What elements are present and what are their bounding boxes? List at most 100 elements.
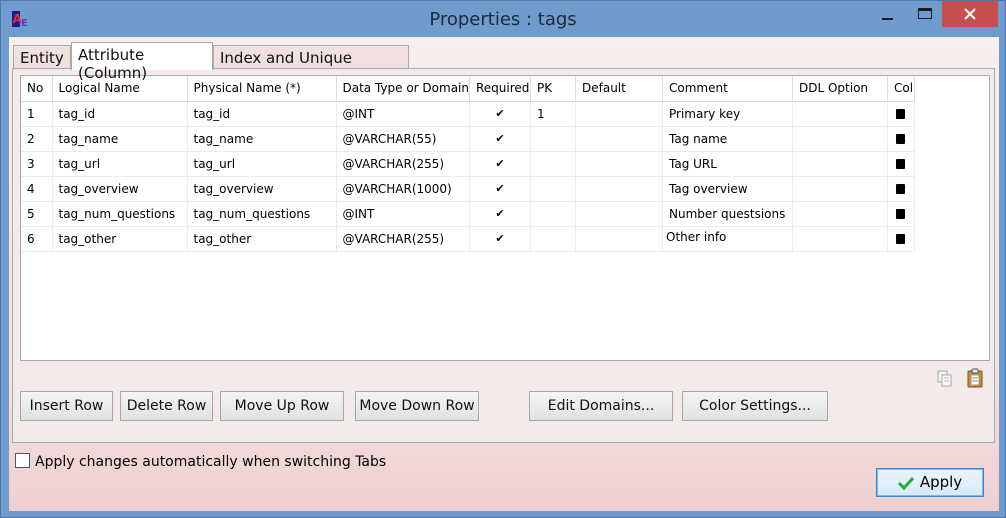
move-up-row-button[interactable]: Move Up Row (220, 391, 344, 421)
color-settings-button[interactable]: Color Settings... (682, 391, 828, 421)
cell-required-check-icon[interactable]: ✔ (469, 151, 531, 177)
cell-ddl-option[interactable] (792, 101, 888, 127)
cell-physical-name[interactable]: tag_name (187, 126, 337, 152)
cell-no[interactable]: 1 (21, 101, 53, 127)
cell-pk[interactable]: 1 (530, 101, 576, 127)
cell-color[interactable] (887, 201, 915, 227)
cell-data-type[interactable]: @INT (336, 101, 470, 127)
table-row[interactable]: 4 tag_overview tag_overview @VARCHAR(100… (21, 176, 915, 202)
cell-no[interactable]: 6 (21, 226, 53, 252)
attribute-panel: No Logical Name Physical Name (*) Data T… (12, 68, 995, 443)
cell-physical-name[interactable]: tag_overview (187, 176, 337, 202)
minimize-icon (882, 18, 893, 20)
cell-logical-name[interactable]: tag_num_questions (52, 201, 188, 227)
cell-physical-name[interactable]: tag_num_questions (187, 201, 337, 227)
cell-required-check-icon[interactable]: ✔ (469, 126, 531, 152)
cell-physical-name[interactable]: tag_url (187, 151, 337, 177)
column-header-pk[interactable]: PK (530, 76, 576, 102)
cell-no[interactable]: 2 (21, 126, 53, 152)
cell-ddl-option[interactable] (792, 176, 888, 202)
cell-pk[interactable] (530, 201, 576, 227)
cell-comment[interactable]: Tag name (662, 126, 793, 152)
column-header-no[interactable]: No (21, 76, 53, 102)
minimize-button[interactable] (867, 1, 907, 27)
cell-comment[interactable]: Tag URL (662, 151, 793, 177)
color-swatch-icon (896, 209, 905, 219)
column-header-physical-name[interactable]: Physical Name (*) (187, 76, 337, 102)
cell-logical-name[interactable]: tag_id (52, 101, 188, 127)
tab-index-unique-constraint[interactable]: Index and Unique Constraint (213, 45, 409, 85)
color-swatch-icon (896, 134, 905, 144)
move-down-row-button[interactable]: Move Down Row (355, 391, 479, 421)
auto-apply-checkbox[interactable] (15, 453, 30, 468)
cell-default[interactable] (575, 126, 663, 152)
delete-row-button[interactable]: Delete Row (120, 391, 213, 421)
copy-icon[interactable] (937, 370, 953, 388)
cell-default[interactable] (575, 101, 663, 127)
cell-ddl-option[interactable] (792, 226, 888, 252)
cell-no[interactable]: 3 (21, 151, 53, 177)
cell-ddl-option[interactable] (792, 126, 888, 152)
cell-data-type[interactable]: @VARCHAR(255) (336, 226, 470, 252)
cell-logical-name[interactable]: tag_overview (52, 176, 188, 202)
edit-domains-button[interactable]: Edit Domains... (529, 391, 673, 421)
cell-comment[interactable]: Primary key (662, 101, 793, 127)
column-header-required[interactable]: Required (469, 76, 531, 102)
column-header-data-type[interactable]: Data Type or Domain (336, 76, 470, 102)
cell-required-check-icon[interactable]: ✔ (469, 226, 531, 252)
cell-required-check-icon[interactable]: ✔ (469, 176, 531, 202)
table-row[interactable]: 5 tag_num_questions tag_num_questions @I… (21, 201, 915, 227)
paste-icon[interactable] (967, 368, 984, 388)
table-row[interactable]: 3 tag_url tag_url @VARCHAR(255) ✔ Tag UR… (21, 151, 915, 177)
cell-required-check-icon[interactable]: ✔ (469, 101, 531, 127)
cell-data-type[interactable]: @INT (336, 201, 470, 227)
column-header-ddl-option[interactable]: DDL Option (792, 76, 888, 102)
attribute-grid[interactable]: No Logical Name Physical Name (*) Data T… (20, 75, 990, 361)
cell-comment[interactable]: Tag overview (662, 176, 793, 202)
column-header-default[interactable]: Default (575, 76, 663, 102)
cell-data-type[interactable]: @VARCHAR(1000) (336, 176, 470, 202)
apply-button[interactable]: Apply (876, 468, 984, 497)
cell-color[interactable] (887, 151, 915, 177)
cell-pk[interactable] (530, 126, 576, 152)
cell-color[interactable] (887, 226, 915, 252)
cell-pk[interactable] (530, 151, 576, 177)
cell-color[interactable] (887, 101, 915, 127)
cell-comment[interactable]: Other info (662, 226, 793, 252)
title-bar[interactable]: A E Properties : tags (1, 1, 1005, 37)
cell-default[interactable] (575, 176, 663, 202)
cell-logical-name[interactable]: tag_name (52, 126, 188, 152)
cell-data-type[interactable]: @VARCHAR(255) (336, 151, 470, 177)
cell-color[interactable] (887, 126, 915, 152)
cell-color[interactable] (887, 176, 915, 202)
column-header-comment[interactable]: Comment (662, 76, 793, 102)
auto-apply-option[interactable]: Apply changes automatically when switchi… (15, 453, 386, 470)
table-row[interactable]: 1 tag_id tag_id @INT ✔ 1 Primary key (21, 101, 915, 127)
tab-entity[interactable]: Entity (13, 45, 71, 69)
cell-physical-name[interactable]: tag_id (187, 101, 337, 127)
cell-no[interactable]: 5 (21, 201, 53, 227)
table-row[interactable]: 2 tag_name tag_name @VARCHAR(55) ✔ Tag n… (21, 126, 915, 152)
close-button[interactable] (942, 1, 998, 27)
column-header-color[interactable]: Col (887, 76, 915, 102)
cell-required-check-icon[interactable]: ✔ (469, 201, 531, 227)
cell-pk[interactable] (530, 176, 576, 202)
cell-ddl-option[interactable] (792, 201, 888, 227)
tab-attribute-column[interactable]: Attribute (Column) (71, 42, 213, 82)
cell-default[interactable] (575, 201, 663, 227)
table-row[interactable]: 6 tag_other tag_other @VARCHAR(255) ✔ Ot… (21, 226, 915, 252)
cell-pk[interactable] (530, 226, 576, 252)
cell-default[interactable] (575, 151, 663, 177)
maximize-button[interactable] (907, 1, 943, 27)
cell-no[interactable]: 4 (21, 176, 53, 202)
cell-default[interactable] (575, 226, 663, 252)
cell-comment[interactable]: Number questsions (662, 201, 793, 227)
insert-row-button[interactable]: Insert Row (20, 391, 113, 421)
cell-logical-name[interactable]: tag_url (52, 151, 188, 177)
cell-data-type[interactable]: @VARCHAR(55) (336, 126, 470, 152)
cell-logical-name[interactable]: tag_other (52, 226, 188, 252)
cell-physical-name[interactable]: tag_other (187, 226, 337, 252)
cell-ddl-option[interactable] (792, 151, 888, 177)
checkmark-icon (897, 476, 914, 490)
apply-label: Apply (919, 473, 963, 491)
